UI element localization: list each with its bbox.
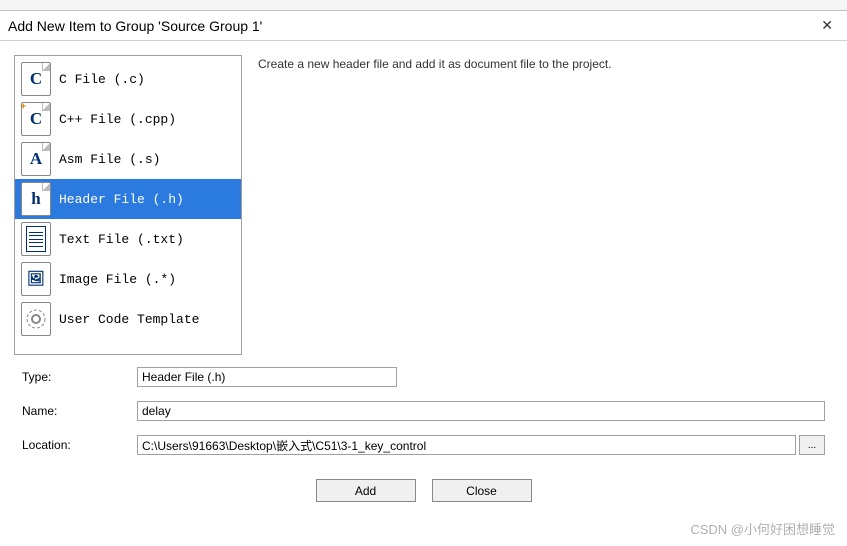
location-input[interactable] xyxy=(137,435,796,455)
list-item[interactable]: User Code Template xyxy=(15,299,241,339)
list-item-label: Header File (.h) xyxy=(59,192,184,207)
list-item-label: Image File (.*) xyxy=(59,272,176,287)
list-item[interactable]: C⁺ C++ File (.cpp) xyxy=(15,99,241,139)
template-list[interactable]: C C File (.c) C⁺ C++ File (.cpp) A Asm File (… xyxy=(14,55,242,355)
list-item[interactable]: h Header File (.h) xyxy=(15,179,241,219)
close-button[interactable]: Close xyxy=(432,479,532,502)
list-item-label: User Code Template xyxy=(59,312,199,327)
type-display: Header File (.h) xyxy=(137,367,397,387)
list-item-label: C File (.c) xyxy=(59,72,145,87)
toolbar-fragment xyxy=(0,0,847,11)
filetype-icon: A xyxy=(21,142,51,176)
list-item[interactable]: A Asm File (.s) xyxy=(15,139,241,179)
type-label: Type: xyxy=(22,370,137,384)
list-item[interactable]: 🖼 Image File (.*) xyxy=(15,259,241,299)
add-button[interactable]: Add xyxy=(316,479,416,502)
list-item-label: C++ File (.cpp) xyxy=(59,112,176,127)
browse-button[interactable]: ... xyxy=(799,435,825,455)
filetype-icon: 🖼 xyxy=(21,262,51,296)
name-input[interactable] xyxy=(137,401,825,421)
filetype-icon: C⁺ xyxy=(21,102,51,136)
watermark: CSDN @小何好困想睡觉 xyxy=(690,519,835,538)
filetype-icon xyxy=(21,222,51,256)
list-item-label: Asm File (.s) xyxy=(59,152,160,167)
name-label: Name: xyxy=(22,404,137,418)
titlebar: Add New Item to Group 'Source Group 1' ✕ xyxy=(0,11,847,41)
location-label: Location: xyxy=(22,438,137,452)
template-description: Create a new header file and add it as d… xyxy=(258,55,833,355)
close-icon[interactable]: ✕ xyxy=(815,15,839,36)
list-item[interactable]: Text File (.txt) xyxy=(15,219,241,259)
filetype-icon: h xyxy=(21,182,51,216)
filetype-icon: C xyxy=(21,62,51,96)
list-item[interactable]: C C File (.c) xyxy=(15,59,241,99)
filetype-icon xyxy=(21,302,51,336)
list-item-label: Text File (.txt) xyxy=(59,232,184,247)
window-title: Add New Item to Group 'Source Group 1' xyxy=(8,18,262,34)
